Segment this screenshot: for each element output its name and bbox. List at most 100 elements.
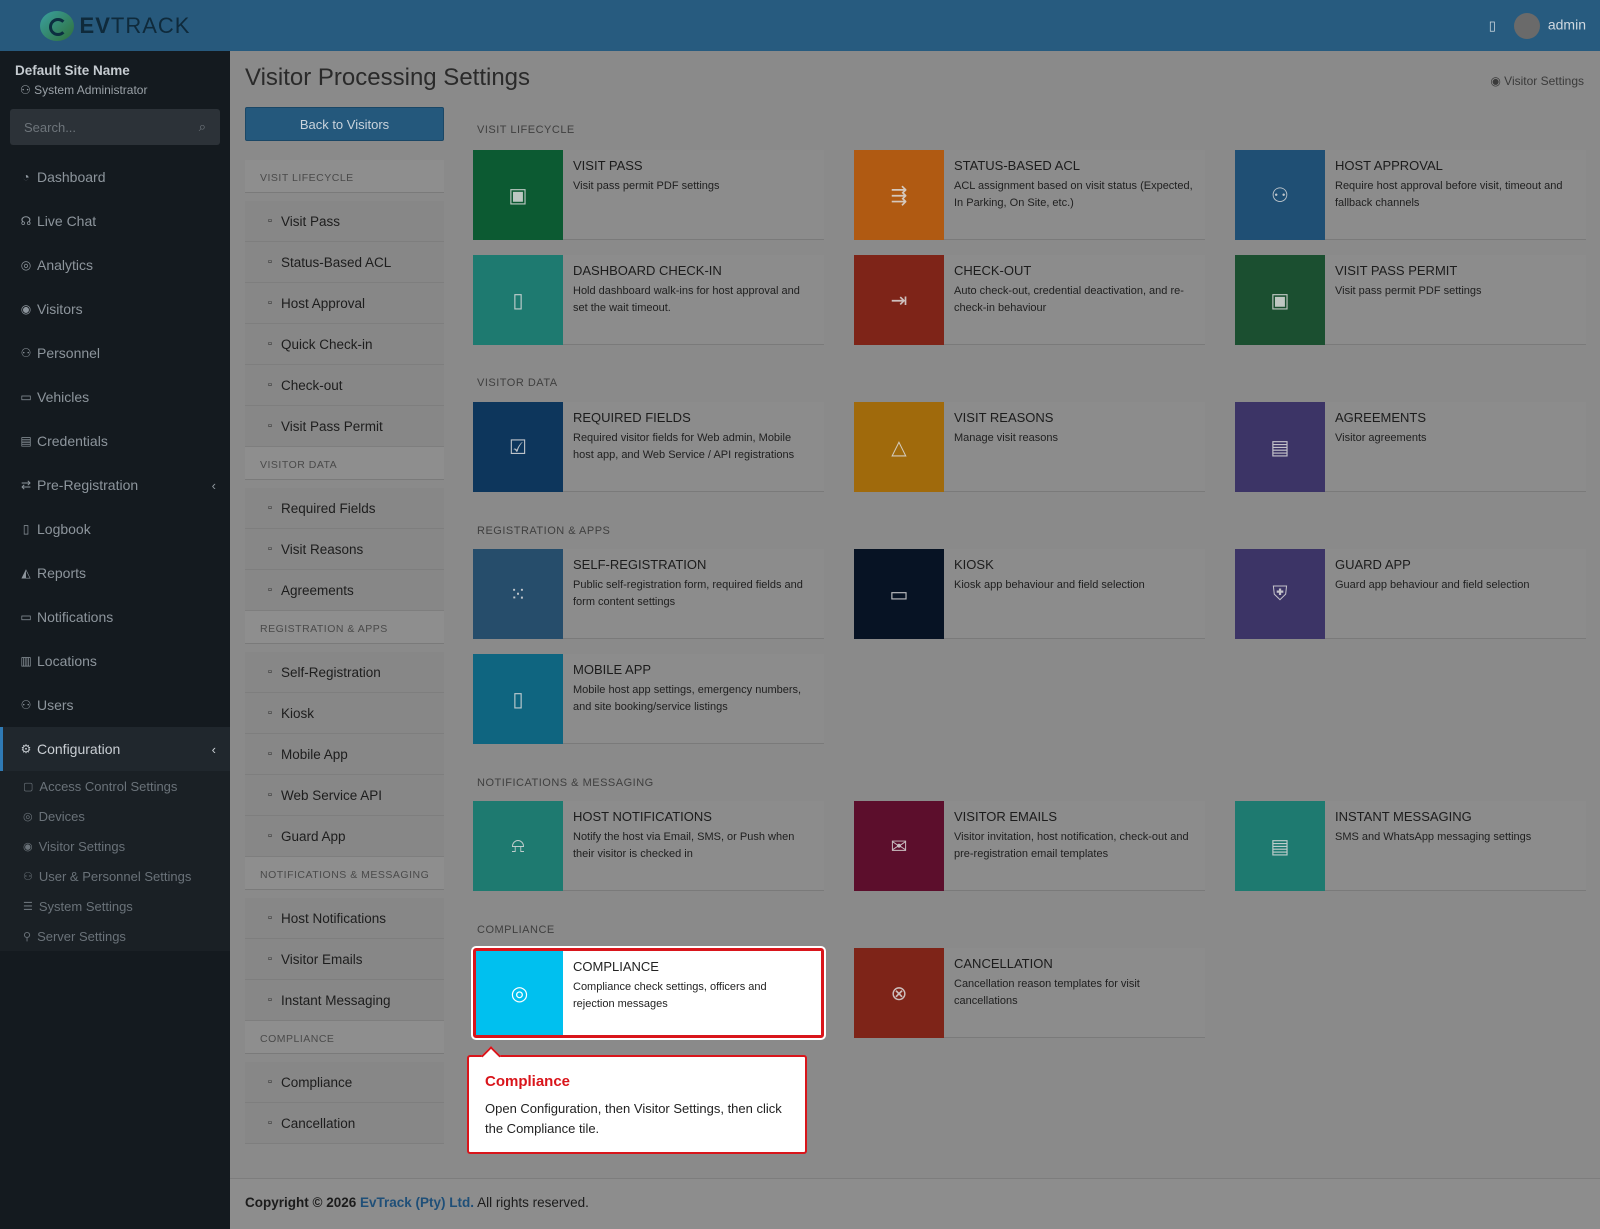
- visitor-emails-icon: ✉: [854, 801, 944, 891]
- back-to-visitors-button[interactable]: Back to Visitors: [245, 107, 444, 141]
- sidebar-item-label: Pre-Registration: [37, 477, 139, 493]
- tile-title: MOBILE APP: [573, 662, 652, 677]
- sidebar-item-reports[interactable]: ◭ Reports: [0, 551, 230, 595]
- tile-visit-reasons[interactable]: △ VISIT REASONS Manage visit reasons: [854, 402, 1205, 492]
- sidebar-item-users[interactable]: ⚇ Users: [0, 683, 230, 727]
- settings-nav-agreements[interactable]: ▫ Agreements: [245, 570, 444, 611]
- tile-mobile-app[interactable]: ▯ MOBILE APP Mobile host app settings, eme…: [473, 654, 824, 744]
- sidebar-item-configuration[interactable]: ⚙ Configuration ‹: [0, 727, 230, 771]
- settings-nav-visit-pass[interactable]: ▫ Visit Pass: [245, 201, 444, 242]
- settings-nav-check-out[interactable]: ▫ Check-out: [245, 365, 444, 406]
- submenu-icon: ☰: [23, 900, 33, 913]
- tile-dashboard-checkin[interactable]: ▯ DASHBOARD CHECK-IN Hold dashboard walk-i…: [473, 255, 824, 345]
- sidebar: Default Site Name ⚇ System Administrator…: [0, 51, 230, 1229]
- settings-nav-icon: ▫: [268, 789, 272, 801]
- submenu-item-server-settings[interactable]: ⚲ Server Settings: [0, 921, 230, 951]
- compliance-tooltip: Compliance Open Configuration, then Visi…: [467, 1055, 807, 1154]
- search-icon[interactable]: ⌕: [199, 119, 206, 135]
- settings-nav-self-registration[interactable]: ▫ Self-Registration: [245, 652, 444, 693]
- tile-visit-pass[interactable]: ▣ VISIT PASS Visit pass permit PDF setting…: [473, 150, 824, 240]
- tooltip-title: Compliance: [485, 1073, 571, 1090]
- submenu-item-devices[interactable]: ◎ Devices: [0, 801, 230, 831]
- cancellation-icon: ⊗: [854, 948, 944, 1038]
- settings-nav: VISIT LIFECYCLE ▫ Visit Pass ▫ Status-Based …: [245, 160, 444, 1144]
- tile-checkout[interactable]: ⇥ CHECK-OUT Auto check-out, credential dea…: [854, 255, 1205, 345]
- breadcrumb[interactable]: ◉ Visitor Settings: [1490, 74, 1584, 88]
- tile-host-notifications[interactable]: ⍾ HOST NOTIFICATIONS Notify the host via E…: [473, 801, 824, 891]
- settings-nav-instant-messaging[interactable]: ▫ Instant Messaging: [245, 980, 444, 1021]
- settings-nav-guard-app[interactable]: ▫ Guard App: [245, 816, 444, 857]
- footer: Copyright © 2026 EvTrack (Pty) Ltd. All …: [230, 1178, 1600, 1229]
- tile-required-fields[interactable]: ☑ REQUIRED FIELDS Required visitor fields …: [473, 402, 824, 492]
- tile-description: Require host approval before visit, time…: [1335, 180, 1563, 210]
- settings-nav-status-based-acl[interactable]: ▫ Status-Based ACL: [245, 242, 444, 283]
- footer-brand-link[interactable]: EvTrack (Pty) Ltd.: [360, 1195, 474, 1210]
- settings-nav-quick-check-in[interactable]: ▫ Quick Check-in: [245, 324, 444, 365]
- tile-visit-pass-permit[interactable]: ▣ VISIT PASS PERMIT Visit pass permit PDF …: [1235, 255, 1586, 345]
- instant-messaging-icon: ▤: [1235, 801, 1325, 891]
- sidebar-item-live-chat[interactable]: ☊ Live Chat: [0, 199, 230, 243]
- sidebar-item-label: Credentials: [37, 433, 108, 449]
- tile-description: SMS and WhatsApp messaging settings: [1335, 831, 1532, 843]
- tile-title: KIOSK: [954, 557, 994, 572]
- settings-nav-visit-reasons[interactable]: ▫ Visit Reasons: [245, 529, 444, 570]
- settings-nav-host-notifications[interactable]: ▫ Host Notifications: [245, 898, 444, 939]
- settings-nav-cancellation[interactable]: ▫ Cancellation: [245, 1103, 444, 1144]
- tile-title: DASHBOARD CHECK-IN: [573, 263, 722, 278]
- sidebar-item-personnel[interactable]: ⚇ Personnel: [0, 331, 230, 375]
- sidebar-item-visitors[interactable]: ◉ Visitors: [0, 287, 230, 331]
- tile-self-registration[interactable]: ⁙ SELF-REGISTRATION Public self-registrati…: [473, 549, 824, 639]
- settings-nav-mobile-app[interactable]: ▫ Mobile App: [245, 734, 444, 775]
- building-icon[interactable]: ▯: [1489, 18, 1496, 34]
- host-notifications-icon: ⍾: [473, 801, 563, 891]
- sidebar-item-pre-registration[interactable]: ⇄ Pre-Registration ‹: [0, 463, 230, 507]
- tile-description: Visitor invitation, host notification, c…: [954, 831, 1189, 861]
- tile-visitor-emails[interactable]: ✉ VISITOR EMAILS Visitor invitation, host …: [854, 801, 1205, 891]
- tile-guard-app[interactable]: ⛨ GUARD APP Guard app behaviour and field …: [1235, 549, 1586, 639]
- mobile-app-icon: ▯: [473, 654, 563, 744]
- user-menu[interactable]: admin: [1513, 12, 1586, 39]
- settings-nav-compliance[interactable]: ▫ Compliance: [245, 1062, 444, 1103]
- sidebar-search[interactable]: Search... ⌕: [10, 109, 220, 145]
- tile-status-acl[interactable]: ⇶ STATUS-BASED ACL ACL assignment based on…: [854, 150, 1205, 240]
- tile-description: Cancellation reason templates for visit …: [954, 978, 1140, 1008]
- submenu-item-user-personnel-settings[interactable]: ⚇ User & Personnel Settings: [0, 861, 230, 891]
- tile-kiosk[interactable]: ▭ KIOSK Kiosk app behaviour and field sele…: [854, 549, 1205, 639]
- section-compliance: COMPLIANCE: [477, 924, 555, 936]
- sidebar-item-vehicles[interactable]: ▭ Vehicles: [0, 375, 230, 419]
- submenu-item-visitor-settings[interactable]: ◉ Visitor Settings: [0, 831, 230, 861]
- top-navbar: EVTRACK ▯ admin: [0, 0, 1600, 51]
- logo[interactable]: EVTRACK: [0, 0, 230, 51]
- settings-nav-icon: ▫: [268, 502, 272, 514]
- sidebar-item-analytics[interactable]: ◎ Analytics: [0, 243, 230, 287]
- tile-agreements[interactable]: ▤ AGREEMENTS Visitor agreements: [1235, 402, 1586, 492]
- tile-compliance[interactable]: ◎ COMPLIANCE Compliance check settings, of…: [473, 948, 824, 1038]
- settings-nav-required-fields[interactable]: ▫ Required Fields: [245, 488, 444, 529]
- tile-cancellation[interactable]: ⊗ CANCELLATION Cancellation reason templat…: [854, 948, 1205, 1038]
- user-role: ⚇ System Administrator: [20, 83, 148, 97]
- tooltip-body: Open Configuration, then Visitor Setting…: [485, 1101, 782, 1136]
- sidebar-item-label: Locations: [37, 653, 97, 669]
- settings-nav-web-service-api[interactable]: ▫ Web Service API: [245, 775, 444, 816]
- settings-nav-kiosk[interactable]: ▫ Kiosk: [245, 693, 444, 734]
- section-visitor-data: VISITOR DATA: [477, 377, 558, 389]
- sidebar-item-notifications[interactable]: ▭ Notifications: [0, 595, 230, 639]
- tile-host-approval[interactable]: ⚇ HOST APPROVAL Require host approval befo…: [1235, 150, 1586, 240]
- settings-nav-visitor-emails[interactable]: ▫ Visitor Emails: [245, 939, 444, 980]
- tile-instant-messaging[interactable]: ▤ INSTANT MESSAGING SMS and WhatsApp messa…: [1235, 801, 1586, 891]
- sidebar-item-label: Visitors: [37, 301, 83, 317]
- settings-nav-visit-pass-permit[interactable]: ▫ Visit Pass Permit: [245, 406, 444, 447]
- sidebar-item-locations[interactable]: ▥ Locations: [0, 639, 230, 683]
- sidebar-item-dashboard[interactable]: ◔ Dashboard: [0, 155, 230, 199]
- settings-nav-host-approval[interactable]: ▫ Host Approval: [245, 283, 444, 324]
- chevron-left-icon: ‹: [211, 477, 216, 493]
- submenu-item-access-control-settings[interactable]: ▢ Access Control Settings: [0, 771, 230, 801]
- logo-mark-icon: [39, 10, 74, 41]
- settings-nav-icon: ▫: [268, 420, 272, 432]
- book-icon: ▯: [22, 522, 30, 536]
- sidebar-item-credentials[interactable]: ▤ Credentials: [0, 419, 230, 463]
- tile-description: Compliance check settings, officers and …: [573, 981, 767, 1011]
- sidebar-item-logbook[interactable]: ▯ Logbook: [0, 507, 230, 551]
- submenu-item-system-settings[interactable]: ☰ System Settings: [0, 891, 230, 921]
- settings-nav-icon: ▫: [268, 215, 272, 227]
